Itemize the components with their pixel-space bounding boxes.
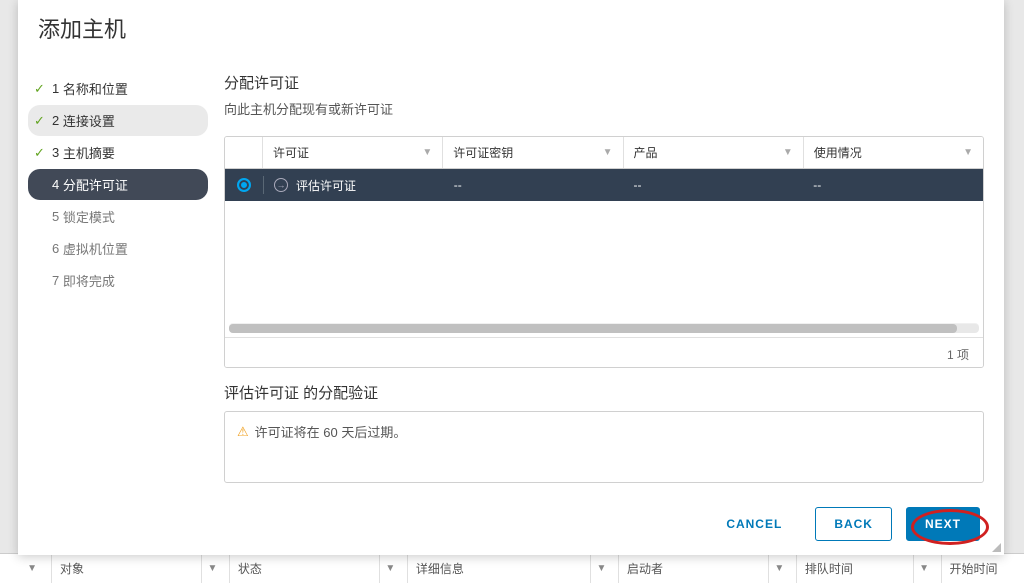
cancel-button[interactable]: CANCEL <box>707 507 801 541</box>
warning-icon: ⚠ <box>237 424 249 440</box>
grid-body-empty <box>225 201 983 323</box>
validation-box: ⚠ 许可证将在 60 天后过期。 <box>224 411 984 483</box>
back-button[interactable]: BACK <box>815 507 892 541</box>
next-button[interactable]: NEXT <box>906 507 980 541</box>
grid-footer: 1 项 <box>225 337 983 368</box>
horizontal-scrollbar[interactable] <box>229 323 979 333</box>
col-start: 开始时间 <box>950 560 998 577</box>
check-icon: ✓ <box>34 113 45 129</box>
check-icon: ✓ <box>34 145 45 161</box>
content-title: 分配许可证 <box>224 72 984 93</box>
add-host-wizard-modal: 添加主机 ✓ 1 名称和位置 ✓ 2 连接设置 ✓ 3 主机摘要 4 分配许可证… <box>18 0 1004 555</box>
arrow-right-circle-icon: → <box>274 178 288 192</box>
filter-icon[interactable]: ▼ <box>774 563 784 574</box>
validation-message: ⚠ 许可证将在 60 天后过期。 <box>237 422 971 441</box>
filter-icon[interactable]: ▼ <box>597 563 607 574</box>
modal-title: 添加主机 <box>18 0 1004 60</box>
license-product: -- <box>634 178 642 192</box>
resize-handle-icon[interactable] <box>990 541 1002 553</box>
filter-icon[interactable]: ▼ <box>422 147 432 158</box>
modal-footer: CANCEL BACK NEXT <box>18 493 1004 555</box>
col-key[interactable]: 许可证密钥▼ <box>443 137 623 168</box>
grid-header: 许可证▼ 许可证密钥▼ 产品▼ 使用情况▼ <box>225 137 983 169</box>
col-usage[interactable]: 使用情况▼ <box>804 137 983 168</box>
col-details: 详细信息 <box>416 560 464 577</box>
filter-icon[interactable]: ▼ <box>603 147 613 158</box>
filter-icon[interactable]: ▼ <box>207 563 217 574</box>
wizard-step-lockdown: 5 锁定模式 <box>28 201 208 232</box>
filter-icon[interactable]: ▼ <box>27 563 37 574</box>
wizard-step-vm-location: 6 虚拟机位置 <box>28 233 208 264</box>
col-queued: 排队时间 <box>805 560 853 577</box>
filter-icon[interactable]: ▼ <box>783 147 793 158</box>
background-task-table-header: ▼ 对象 ▼ 状态 ▼ 详细信息 ▼ 启动者 ▼ 排队时间 ▼ 开始时间 <box>0 553 1024 583</box>
license-name: 评估许可证 <box>296 177 356 194</box>
wizard-step-license[interactable]: 4 分配许可证 <box>28 169 208 200</box>
filter-icon[interactable]: ▼ <box>963 147 973 158</box>
check-icon: ✓ <box>34 81 45 97</box>
col-object: 对象 <box>60 560 84 577</box>
wizard-step-complete: 7 即将完成 <box>28 265 208 296</box>
validation-title: 评估许可证 的分配验证 <box>224 382 984 403</box>
content-area: 分配许可证 向此主机分配现有或新许可证 许可证▼ 许可证密钥▼ 产品▼ 使用情况… <box>218 60 1004 493</box>
wizard-step-connection[interactable]: ✓ 2 连接设置 <box>28 105 208 136</box>
license-usage: -- <box>813 178 821 192</box>
license-key: -- <box>454 178 462 192</box>
radio-selected-icon[interactable] <box>237 178 251 192</box>
wizard-nav: ✓ 1 名称和位置 ✓ 2 连接设置 ✓ 3 主机摘要 4 分配许可证 5 锁定… <box>18 60 218 493</box>
license-row[interactable]: → 评估许可证 -- -- -- <box>225 169 983 201</box>
license-grid: 许可证▼ 许可证密钥▼ 产品▼ 使用情况▼ → 评估许可证 -- -- -- 1 … <box>224 136 984 368</box>
wizard-step-summary[interactable]: ✓ 3 主机摘要 <box>28 137 208 168</box>
col-license[interactable]: 许可证▼ <box>263 137 443 168</box>
col-status: 状态 <box>238 560 262 577</box>
filter-icon[interactable]: ▼ <box>385 563 395 574</box>
wizard-step-name-location[interactable]: ✓ 1 名称和位置 <box>28 73 208 104</box>
filter-icon[interactable]: ▼ <box>919 563 929 574</box>
col-initiator: 启动者 <box>627 560 663 577</box>
col-product[interactable]: 产品▼ <box>624 137 804 168</box>
content-desc: 向此主机分配现有或新许可证 <box>224 99 984 118</box>
